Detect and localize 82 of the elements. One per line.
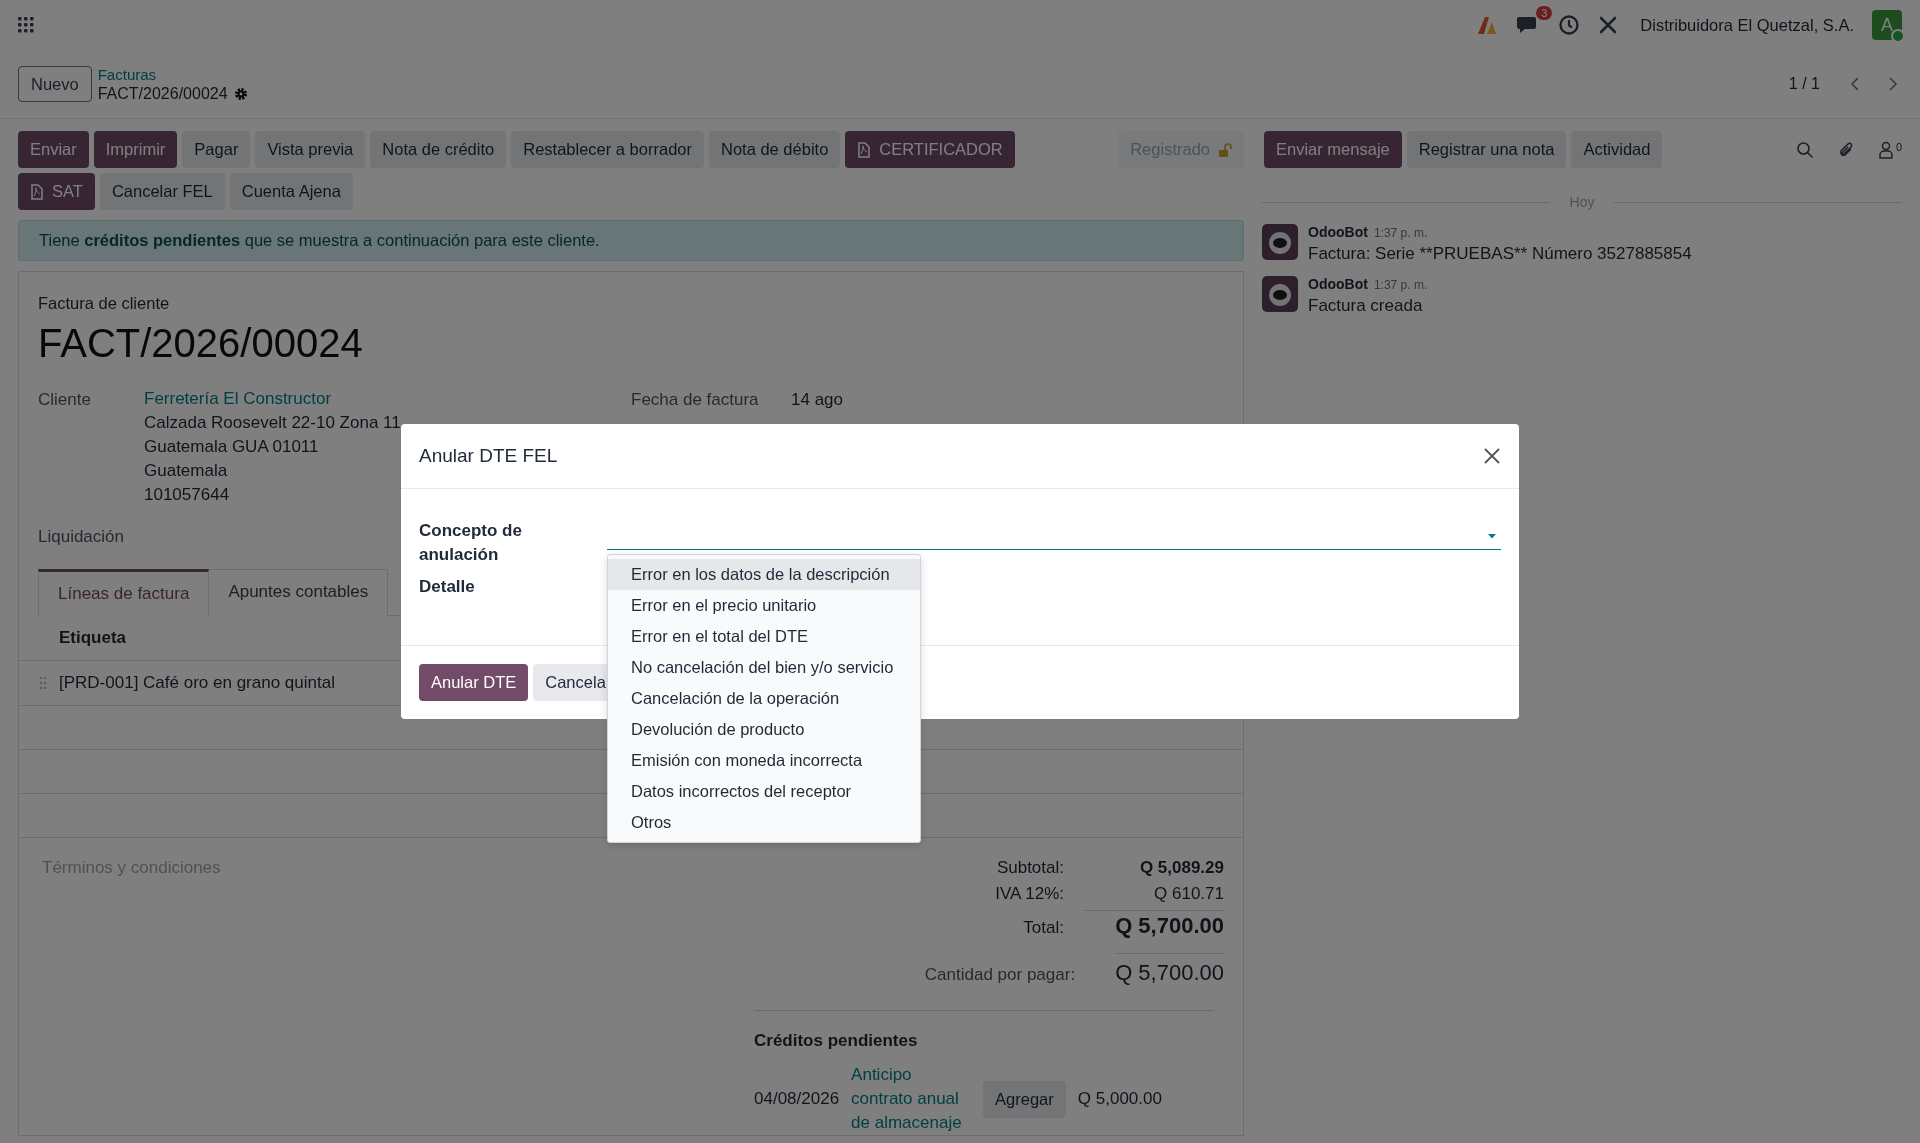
notification-badge: 3 (1536, 6, 1553, 20)
breadcrumb-link[interactable]: Facturas (97, 65, 248, 84)
add-button[interactable]: Agregar (983, 1080, 1066, 1118)
message-text: Factura: Serie **PRUEBAS** Número 3527885854 (1308, 244, 1692, 264)
credit-link[interactable]: Anticipo contrato anual de almacenaje (851, 1063, 972, 1135)
chatter-button[interactable]: Actividad (1571, 131, 1663, 168)
message-author: OdooBot (1308, 224, 1368, 240)
amount-due-value: Q 5,700.00 (1115, 953, 1224, 986)
tab[interactable]: Líneas de factura (38, 569, 210, 616)
action-button[interactable]: CERTIFICADOR (845, 131, 1015, 168)
close-icon[interactable] (1483, 447, 1501, 465)
action-button[interactable]: Vista previa (255, 131, 366, 168)
new-button[interactable]: Nuevo (18, 66, 92, 102)
document-icon (30, 183, 44, 200)
amount-due-label: Cantidad por pagar: (924, 965, 1076, 985)
follower-icon[interactable] (1877, 140, 1894, 159)
dropdown-option[interactable]: Error en los datos de la descripción (608, 559, 920, 590)
clock-icon[interactable] (1558, 14, 1581, 36)
action-button[interactable]: Nota de crédito (370, 131, 507, 168)
follower-count: 0 (1895, 140, 1902, 153)
field-label: Detalle (419, 576, 476, 598)
dropdown-option[interactable]: Error en el total del DTE (608, 621, 920, 652)
total-label: Subtotal: (995, 858, 1064, 878)
action-button[interactable]: Restablecer a borrador (511, 131, 704, 168)
tools-icon[interactable] (1598, 15, 1619, 35)
void-button[interactable]: Anular DTE (419, 664, 529, 701)
message-time: 1:37 p. m. (1373, 226, 1428, 240)
chatter-button[interactable]: Enviar mensaje (1264, 131, 1402, 168)
record-name: FACT/2026/00024 (97, 84, 228, 103)
tab[interactable]: Apuntes contables (209, 569, 389, 616)
credit-amount: Q 5,000.00 (1077, 1089, 1162, 1109)
invoice-type: Factura de cliente (37, 294, 171, 313)
dropdown-option[interactable]: Devolución de producto (608, 714, 920, 745)
message-time: 1:37 p. m. (1373, 278, 1428, 292)
dropdown-option[interactable]: Otros (608, 807, 920, 838)
dialog-title: Anular DTE FEL (419, 445, 558, 467)
table-cell: [PRD-001] Café oro en grano quintal (59, 673, 335, 693)
total-value: Q 5,089.29 (1138, 858, 1224, 878)
drag-handle-icon[interactable] (39, 676, 47, 690)
address-line: 101057644 (144, 484, 231, 506)
action-button[interactable]: Imprimir (93, 131, 178, 168)
bot-avatar-icon (1262, 276, 1298, 312)
action-button[interactable]: Nota de débito (709, 131, 841, 168)
total-label: Total: (1022, 918, 1064, 938)
total-label: IVA 12%: (995, 884, 1064, 904)
caret-icon (1487, 533, 1497, 539)
column-header: Etiqueta (59, 628, 127, 648)
chatter-button[interactable]: Registrar una nota (1406, 131, 1567, 168)
action-button[interactable]: Cancelar FEL (99, 173, 225, 210)
document-icon (857, 141, 872, 158)
invoice-number: FACT/2026/00024 (37, 321, 364, 366)
field-label: Cliente (38, 390, 92, 411)
customer-link[interactable]: Ferretería El Constructor (144, 387, 401, 411)
address-line: Guatemala GUA 01011 (144, 436, 320, 458)
gear-icon[interactable] (233, 86, 248, 101)
address-line: Calzada Roosevelt 22-10 Zona 11 (144, 412, 401, 434)
dropdown-option[interactable]: Datos incorrectos del receptor (608, 776, 920, 807)
info-alert: Tiene créditos pendientes que se muestra a continuación para este cliente. (18, 220, 1244, 261)
field-label: Fecha de factura (631, 390, 760, 410)
apps-menu-icon[interactable] (18, 17, 34, 33)
dropdown-option[interactable]: Emisión con moneda incorrecta (608, 745, 920, 776)
field-value: 14 ago (791, 390, 843, 410)
message-author: OdooBot (1308, 276, 1368, 292)
pager-value: 1 / 1 (1788, 75, 1820, 93)
user-avatar[interactable]: A (1872, 10, 1902, 40)
action-button[interactable]: Enviar (18, 131, 89, 168)
bot-avatar-icon (1262, 224, 1298, 260)
address-line: Guatemala (144, 460, 229, 482)
field-label: Liquidación (37, 527, 125, 547)
section-title: Créditos pendientes (754, 1031, 919, 1051)
total-value: Q 610.71 (1153, 884, 1224, 904)
credit-date: 04/08/2026 (754, 1089, 840, 1109)
message-text: Factura creada (1308, 296, 1424, 316)
company-switcher[interactable]: Distribuidora El Quetzal, S.A. (1640, 15, 1854, 35)
search-icon[interactable] (1795, 140, 1814, 159)
dropdown-option[interactable]: Error en el precio unitario (608, 590, 920, 621)
action-button[interactable]: SAT (18, 173, 95, 210)
total-value: Q 5,700.00 (1084, 910, 1224, 939)
action-button[interactable]: Cuenta Ajena (229, 173, 353, 210)
app-logo-icon[interactable] (1476, 15, 1499, 35)
action-button[interactable]: Pagar (182, 131, 251, 168)
field-label: Concepto de anulación (419, 520, 523, 566)
